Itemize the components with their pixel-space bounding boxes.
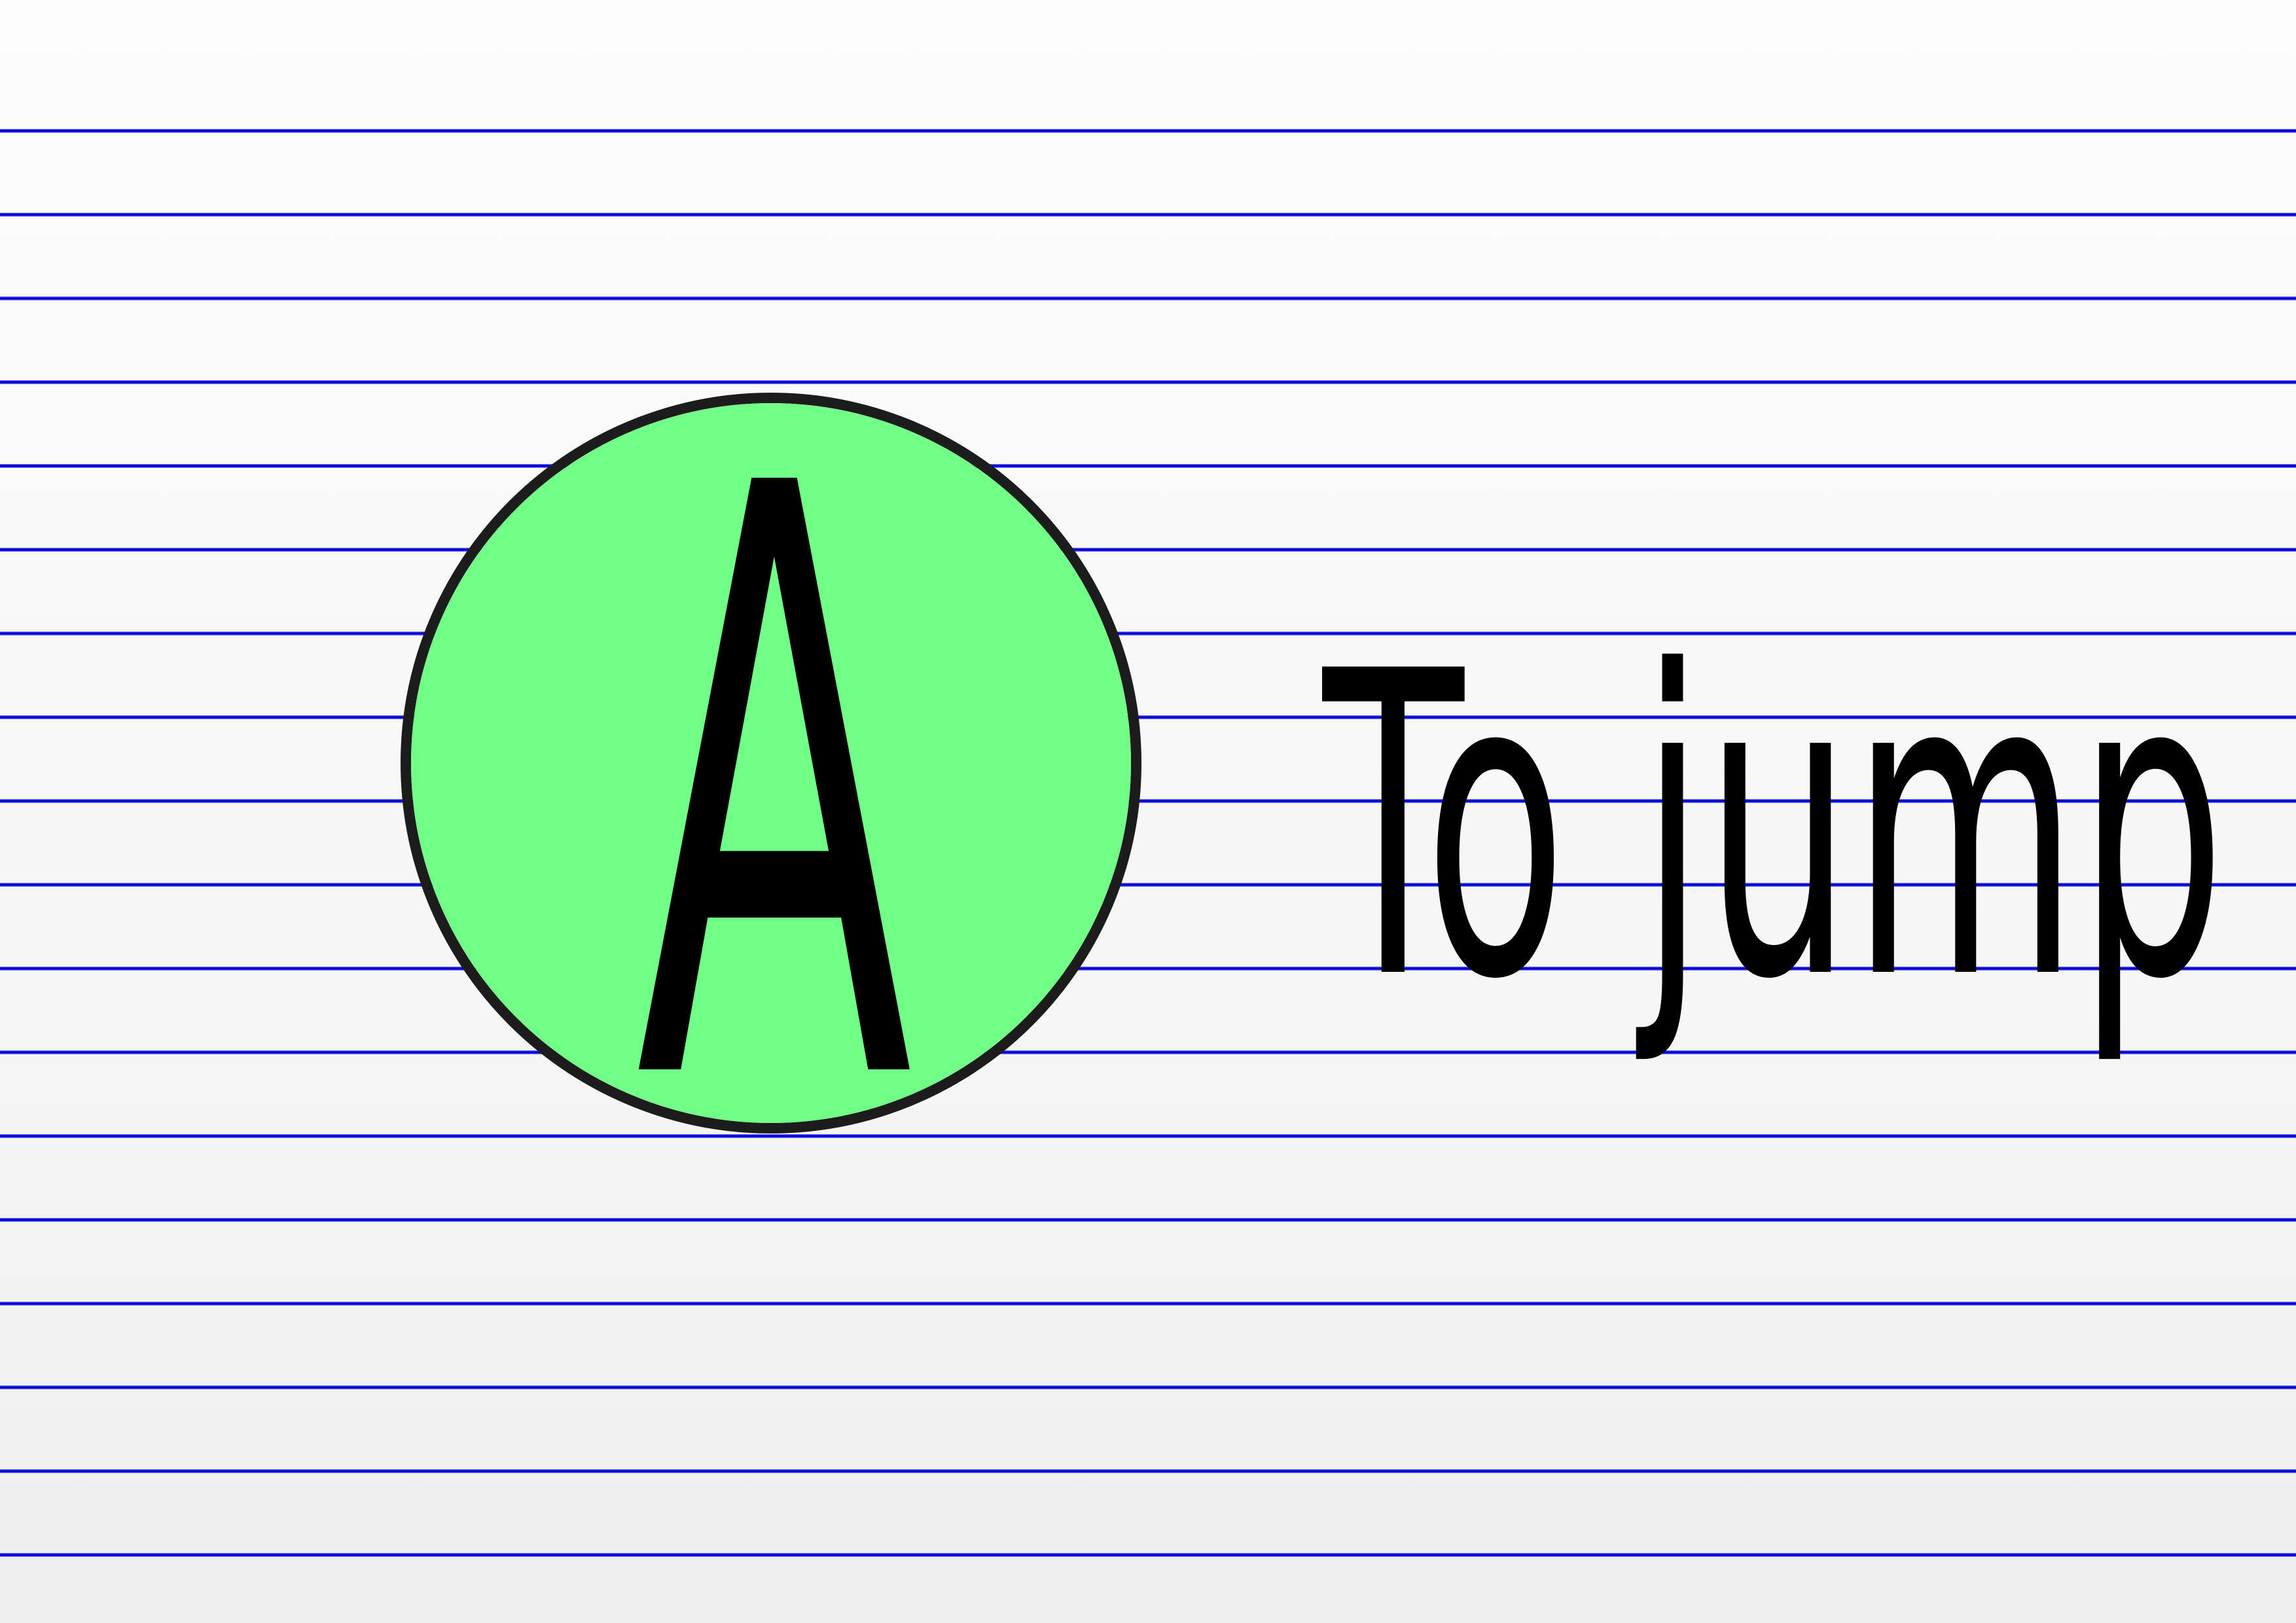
paper-rule-line <box>0 129 2296 133</box>
paper-rule-line <box>0 1302 2296 1306</box>
letter-badge: A <box>401 393 1141 1133</box>
paper-rule-line <box>0 1385 2296 1389</box>
paper-rule-line <box>0 1553 2296 1557</box>
phrase-text: To jump <box>1322 615 2225 1071</box>
paper-rule-line <box>0 548 2296 552</box>
paper-rule-line <box>0 1469 2296 1473</box>
paper-rule-line <box>0 464 2296 468</box>
paper-rule-line <box>0 1218 2296 1222</box>
paper-rule-line <box>0 380 2296 384</box>
phrase-word: To jump <box>1322 615 2225 1071</box>
paper-rule-line <box>0 213 2296 217</box>
badge-letter: A <box>411 403 1131 1123</box>
badge-letter-text: A <box>636 403 914 1123</box>
paper-rule-line <box>0 296 2296 300</box>
